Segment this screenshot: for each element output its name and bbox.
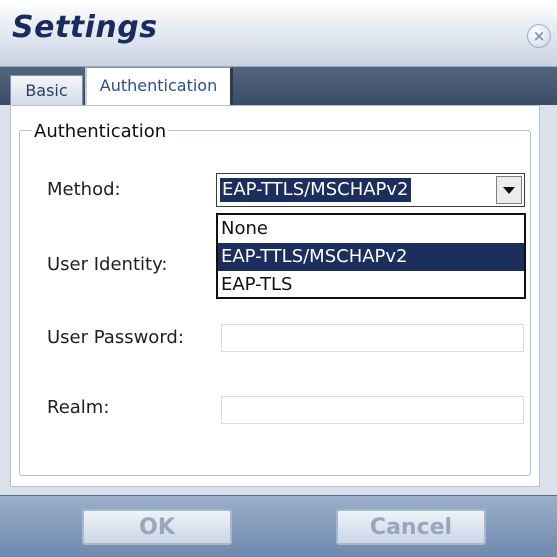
tab-authentication[interactable]: Authentication xyxy=(85,67,233,105)
tab-basic[interactable]: Basic xyxy=(10,75,83,105)
user-identity-label: User Identity: xyxy=(47,254,168,275)
tab-strip: Basic Authentication xyxy=(0,67,557,105)
method-select[interactable]: EAP-TTLS/MSCHAPv2 xyxy=(216,173,525,207)
user-password-label: User Password: xyxy=(47,327,184,348)
dialog-title: Settings xyxy=(12,10,158,45)
ok-button[interactable]: OK xyxy=(82,509,232,545)
settings-dialog: Settings × Basic Authentication Authenti… xyxy=(0,0,557,557)
method-selected-value: EAP-TTLS/MSCHAPv2 xyxy=(220,178,411,202)
cancel-button[interactable]: Cancel xyxy=(336,509,486,545)
method-label: Method: xyxy=(47,179,121,200)
method-dropdown-button[interactable] xyxy=(496,176,522,204)
method-option-eap-ttls[interactable]: EAP-TTLS/MSCHAPv2 xyxy=(218,243,524,271)
chevron-down-icon xyxy=(503,186,515,194)
close-icon[interactable]: × xyxy=(527,24,551,48)
method-option-none[interactable]: None xyxy=(218,215,524,243)
groupbox-legend: Authentication xyxy=(32,121,169,142)
method-dropdown-list: None EAP-TTLS/MSCHAPv2 EAP-TLS xyxy=(216,213,526,299)
realm-input[interactable] xyxy=(221,396,524,424)
title-bar: Settings × xyxy=(0,0,557,67)
realm-label: Realm: xyxy=(47,397,110,418)
user-password-input[interactable] xyxy=(221,324,524,352)
method-option-eap-tls[interactable]: EAP-TLS xyxy=(218,271,524,299)
